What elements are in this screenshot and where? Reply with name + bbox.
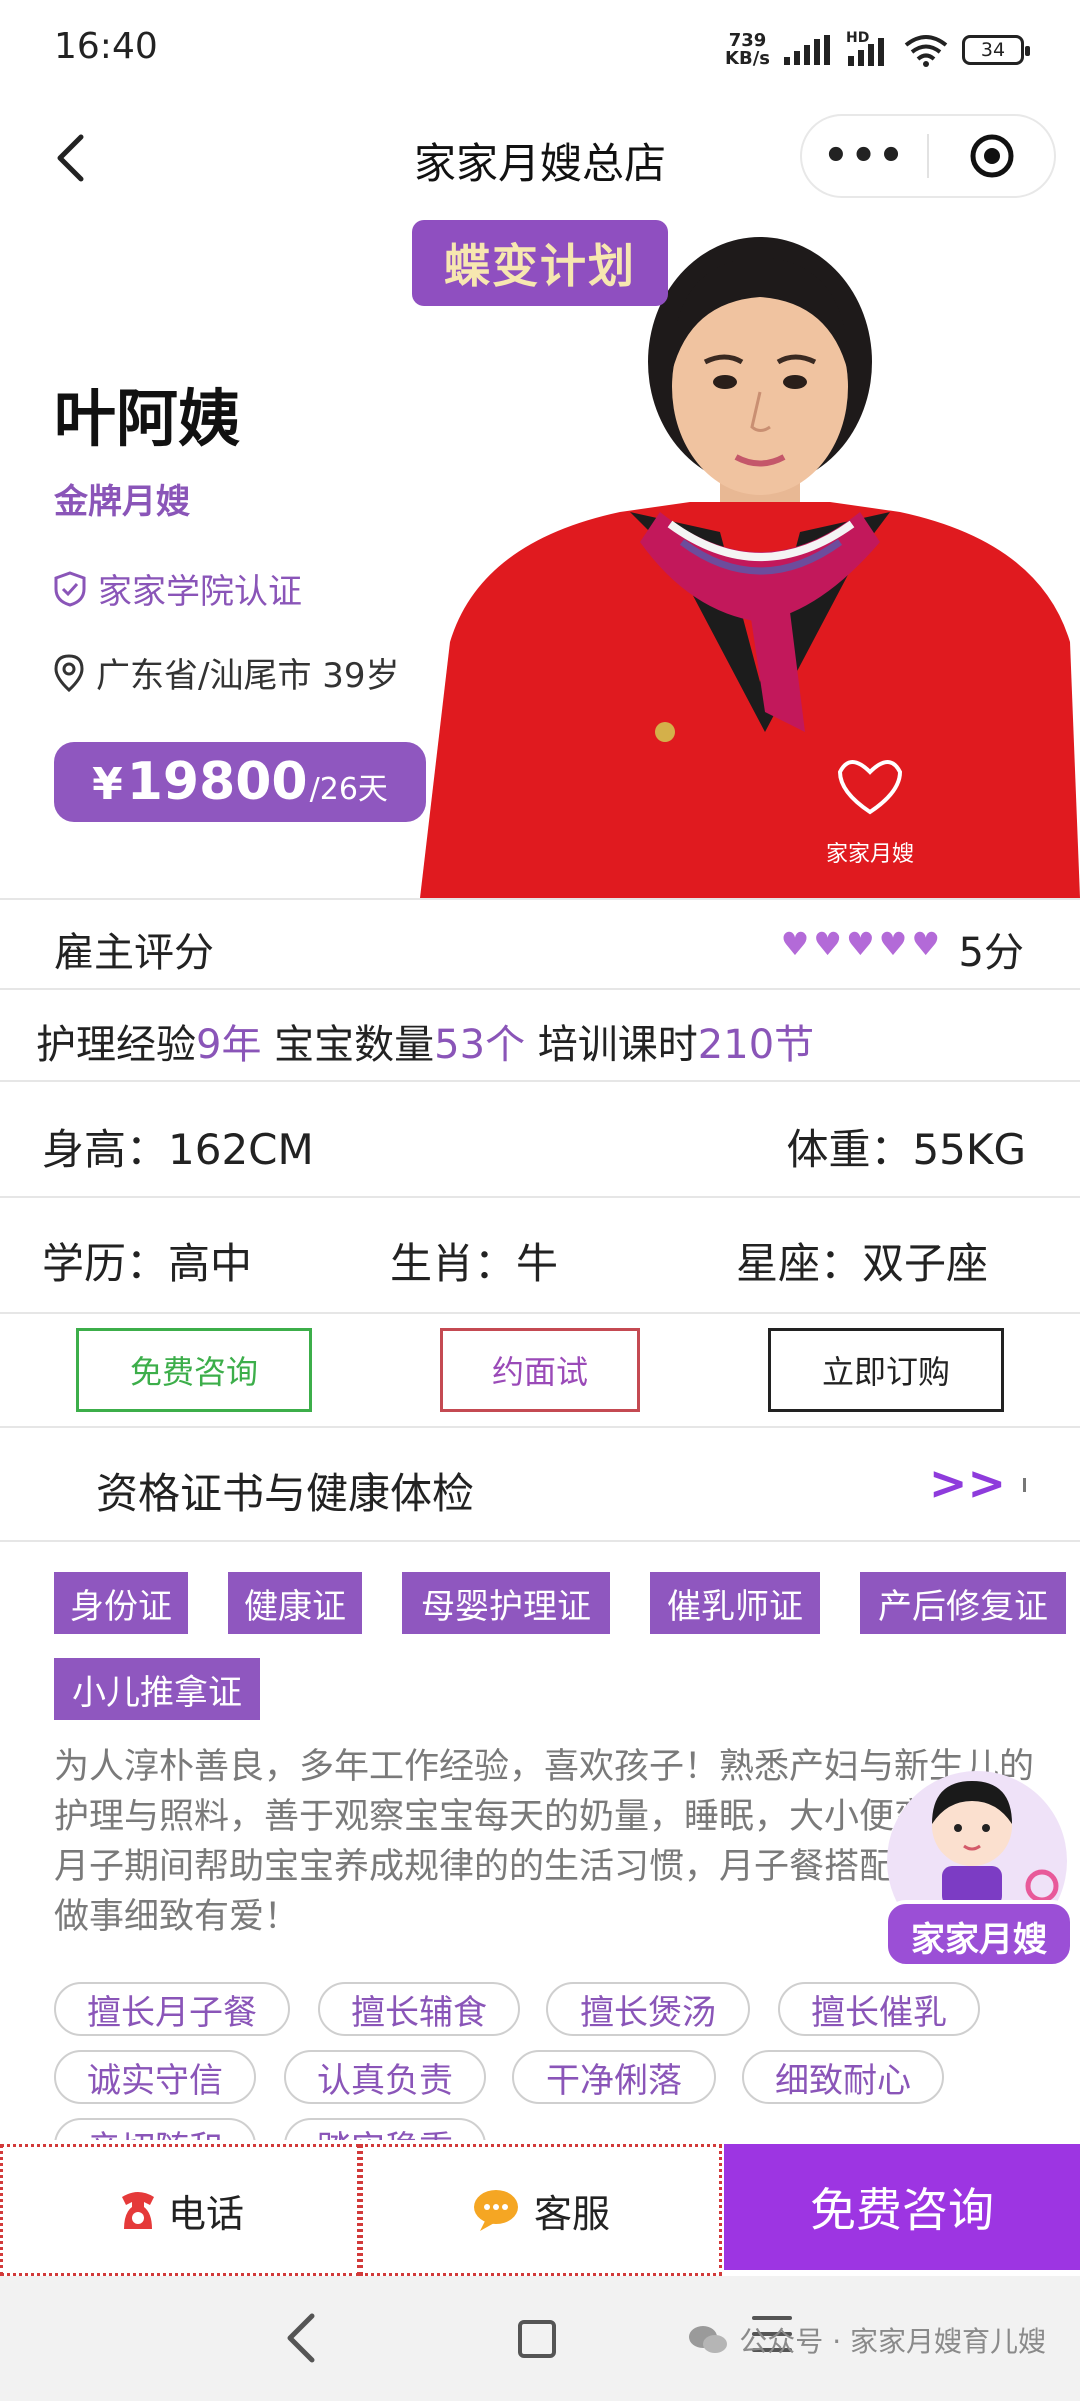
cert-tag[interactable]: 身份证 [54,1572,188,1634]
heart-icon: ♥ [911,925,940,963]
shield-check-icon [54,570,86,607]
app-header: 家家月嫂总店 ••• [0,100,1080,212]
watermark-text: 公众号 · 家家月嫂育儿嫂 [739,2325,1046,2358]
battery-icon: 34 [962,35,1030,65]
signal-icon [784,35,830,65]
price-currency: ¥ [92,759,123,810]
price-badge: ¥ 19800 /26天 [54,742,426,822]
free-consult-cta-button[interactable]: 免费咨询 [724,2144,1080,2270]
interview-button[interactable]: 约面试 [440,1328,640,1412]
nav-home-icon[interactable] [518,2320,556,2358]
cert-tag[interactable]: 健康证 [228,1572,362,1634]
mascot-floating-button[interactable]: 家家月嫂 [872,1766,1080,1976]
exp-label: 护理经验 [36,1022,196,1068]
network-speed: 739 KB/s [725,30,770,69]
status-time: 16:40 [54,26,158,67]
bottom-action-bar: 电话 客服 免费咨询 [0,2140,1080,2276]
uniform-brand-text: 家家月嫂 [826,842,915,867]
cert-tag[interactable]: 母婴护理证 [402,1572,610,1634]
action-row: 免费咨询 约面试 立即订购 [0,1312,1080,1426]
status-bar: 16:40 739 KB/s HD 34 [0,0,1080,100]
wifi-icon [904,35,948,67]
certification-text: 家家学院认证 [98,572,302,612]
close-mini-program-button[interactable] [929,133,1054,179]
education-text: 学历：高中 [42,1239,253,1288]
phone-label: 电话 [167,2191,244,2236]
phone-button[interactable]: 电话 [0,2144,360,2276]
price-unit: /26天 [309,772,388,807]
certificates-header[interactable]: 资格证书与健康体检 >> [0,1426,1080,1540]
skill-tag: 擅长催乳 [778,1982,980,2036]
constellation-text: 星座：双子座 [736,1239,989,1288]
chat-bubble-icon [473,2190,518,2231]
location-age-text: 广东省/汕尾市 39岁 [96,656,400,696]
rating-score: 5分 [958,930,1024,976]
weight-text: 体重：55KG [786,1125,1026,1174]
heart-icon: ♥ [845,925,875,963]
skill-tag: 认真负责 [284,2050,486,2104]
rating-hearts: ♥ ♥ ♥ ♥ ♥ [781,928,940,960]
heart-icon: ♥ [878,925,908,963]
height-text: 身高：162CM [42,1125,314,1174]
mini-program-capsule: ••• [800,114,1056,198]
skill-tag: 擅长月子餐 [54,1982,290,2036]
butterfly-plan-banner: 蝶变计划 [412,220,668,306]
wechat-icon [689,2326,728,2353]
exp-value: 9年 [196,1022,262,1068]
heart-icon: ♥ [780,925,810,963]
customer-service-button[interactable]: 客服 [360,2144,722,2276]
profile-card: 蝶变计划 家家月嫂 叶阿姨 金牌月嫂 家家学院认证 广东省/汕尾市 39岁 ¥ … [0,212,1080,898]
zodiac-text: 生肖：牛 [390,1239,559,1288]
free-consult-button[interactable]: 免费咨询 [76,1328,312,1412]
cert-tag[interactable]: 催乳师证 [650,1572,820,1634]
skill-tag: 诚实守信 [54,2050,256,2104]
system-nav-bar: 公众号 · 家家月嫂育儿嫂 [0,2276,1080,2401]
order-now-button[interactable]: 立即订购 [768,1328,1004,1412]
heart-icon: ♥ [813,925,842,963]
customer-service-label: 客服 [533,2191,610,2236]
height-weight-row: 身高：162CM 体重：55KG [0,1080,1080,1196]
nav-back-icon[interactable] [280,2310,324,2366]
baby-label: 宝宝数量 [274,1022,435,1068]
rating-label: 雇主评分 [54,930,214,976]
train-label: 培训课时 [537,1022,698,1068]
skill-tag: 擅长辅食 [318,1982,520,2036]
certification-line: 家家学院认证 [54,564,302,613]
rating-row: 雇主评分 ♥ ♥ ♥ ♥ ♥ 5分 [0,898,1080,988]
phone-icon [121,2192,154,2229]
skill-tag: 细致耐心 [742,2050,944,2104]
certificates-title: 资格证书与健康体检 [96,1469,475,1518]
status-icons: 739 KB/s HD 34 [725,30,1030,70]
location-line: 广东省/汕尾市 39岁 [54,648,400,697]
nanny-photo [420,237,1080,898]
certificates-more-link[interactable]: >> [929,1456,1006,1510]
skill-tag: 干净俐落 [512,2050,716,2104]
cert-tag[interactable]: 产后修复证 [860,1572,1066,1634]
scroll-indicator [1023,1478,1026,1492]
nanny-level: 金牌月嫂 [54,482,190,522]
cert-tag[interactable]: 小儿推拿证 [54,1658,260,1720]
signal-hd-icon: HD [846,30,890,66]
experience-text: 护理经验9年 宝宝数量53个 培训课时210节 [36,1012,814,1070]
location-pin-icon [54,653,84,692]
price-amount: 19800 [126,752,308,812]
more-button[interactable]: ••• [802,133,927,179]
baby-value: 53个 [434,1022,526,1068]
train-value: 210节 [697,1022,815,1068]
mascot-label: 家家月嫂 [911,1920,1047,1960]
skill-tag: 擅长煲汤 [546,1982,750,2036]
target-icon [970,134,1013,178]
wechat-watermark: 公众号 · 家家月嫂育儿嫂 [687,2320,1046,2360]
experience-row: 护理经验9年 宝宝数量53个 培训课时210节 [0,988,1080,1080]
nanny-name: 叶阿姨 [54,382,241,455]
info-row: 学历：高中 生肖：牛 星座：双子座 [0,1196,1080,1312]
